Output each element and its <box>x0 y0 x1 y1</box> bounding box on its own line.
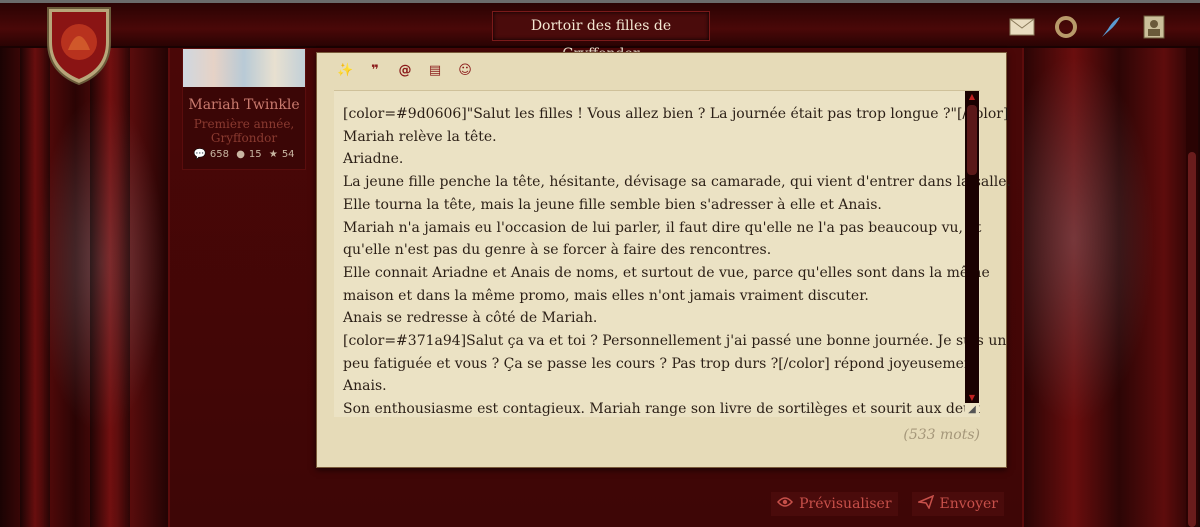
top-bar: Dortoir des filles de Gryffondor <box>0 0 1200 62</box>
user-rank-year: Première année, <box>193 117 295 131</box>
scrollbar-thumb[interactable] <box>967 105 977 175</box>
table-icon[interactable]: ▤ <box>427 63 443 78</box>
word-count: (533 mots) <box>903 427 980 443</box>
posts-count: 658 <box>209 149 229 160</box>
curtain-fold <box>20 48 50 527</box>
background-scene-left <box>0 48 168 527</box>
ring-icon[interactable] <box>1052 13 1080 41</box>
text-line: Elle tourna la tête, mais la jeune fille… <box>343 196 882 213</box>
text-line: [color=#371a94]Salut ça va et toi ? Pers… <box>343 333 1007 350</box>
send-button[interactable]: Envoyer <box>911 492 1004 516</box>
user-rank-house: Gryffondor <box>210 131 278 145</box>
points-count: 54 <box>281 149 295 160</box>
message-text: [color=#9d0606]"Salut les filles ! Vous … <box>343 103 1011 421</box>
resize-grip-icon[interactable]: ◢ <box>965 403 979 417</box>
text-line: qu'elle n'est pas du genre à se forcer à… <box>343 242 772 259</box>
text-line: Son enthousiasme est contagieux. Mariah … <box>343 401 981 418</box>
text-line: maison et dans la même promo, mais elles… <box>343 287 869 304</box>
page-scrollbar[interactable] <box>1186 48 1198 527</box>
editor-toolbar: ✨ ❞ @ ▤ ☺ <box>337 63 473 78</box>
message-textarea[interactable]: [color=#9d0606]"Salut les filles ! Vous … <box>334 90 1011 417</box>
quote-icon[interactable]: ❞ <box>367 63 383 78</box>
text-line: Mariah n'a jamais eu l'occasion de lui p… <box>343 219 982 236</box>
background-scene-right <box>1020 48 1200 527</box>
curtain-fold <box>90 48 130 527</box>
text-line: Elle connait Ariadne et Anais de noms, e… <box>343 264 990 281</box>
action-buttons: Prévisualiser Envoyer <box>771 492 1004 516</box>
send-label: Envoyer <box>939 496 998 512</box>
mention-icon[interactable]: @ <box>397 63 413 78</box>
user-card: Mariah Twinkle Première année, Gryffondo… <box>182 48 306 170</box>
emoji-icon[interactable]: ☺ <box>457 63 473 78</box>
text-line: La jeune fille penche la tête, hésitante… <box>343 174 1011 191</box>
eye-icon <box>777 496 794 512</box>
crest-icon[interactable] <box>42 2 116 86</box>
textarea-scrollbar[interactable]: ▲ ▼ <box>965 91 979 417</box>
magic-wand-icon[interactable]: ✨ <box>337 63 353 78</box>
quill-icon[interactable] <box>1096 13 1124 41</box>
user-name[interactable]: Mariah Twinkle <box>183 97 305 113</box>
top-icons <box>1008 13 1168 41</box>
portrait-icon[interactable] <box>1140 13 1168 41</box>
paper-plane-icon <box>915 494 934 513</box>
text-line: Anais se redresse à côté de Mariah. <box>343 310 598 327</box>
coins-count: 15 <box>248 149 262 160</box>
user-stats: 💬 658 ● 15 ★ 54 <box>183 149 305 160</box>
scroll-down-arrow-icon[interactable]: ▼ <box>965 393 979 403</box>
text-line: Mariah relève la tête. <box>343 128 497 145</box>
preview-button[interactable]: Prévisualiser <box>771 492 898 516</box>
text-line: Anais. <box>343 378 387 395</box>
user-rank: Première année, Gryffondor <box>183 117 305 145</box>
scroll-up-arrow-icon[interactable]: ▲ <box>965 92 979 102</box>
page-title: Dortoir des filles de Gryffondor <box>492 11 710 62</box>
envelope-icon[interactable] <box>1008 13 1036 41</box>
avatar[interactable] <box>183 49 305 87</box>
star-icon: ★ <box>268 149 278 160</box>
text-line: Ariadne. <box>343 151 404 168</box>
preview-label: Prévisualiser <box>799 496 892 512</box>
page-scrollbar-thumb[interactable] <box>1188 152 1196 527</box>
coins-icon: ● <box>236 149 245 160</box>
posts-icon: 💬 <box>193 149 206 160</box>
text-line: [color=#9d0606]"Salut les filles ! Vous … <box>343 106 1009 122</box>
message-editor: ✨ ❞ @ ▤ ☺ [color=#9d0606]"Salut les fill… <box>316 52 1011 468</box>
text-line: peu fatiguée et vous ? Ça se passe les c… <box>343 355 979 372</box>
